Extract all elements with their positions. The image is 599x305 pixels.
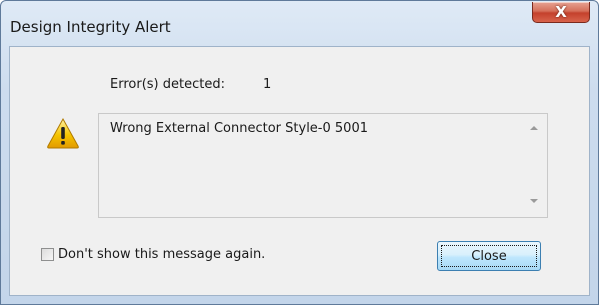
close-x-icon: X — [555, 3, 567, 21]
dont-show-again-option[interactable]: Don't show this message again. — [41, 247, 265, 262]
error-message-box[interactable]: Wrong External Connector Style-0 5001 — [98, 113, 548, 218]
window-close-button[interactable]: X — [532, 2, 590, 23]
error-count-label: Error(s) detected: — [110, 77, 225, 92]
dont-show-again-label[interactable]: Don't show this message again. — [58, 247, 265, 262]
title-bar[interactable]: Design Integrity Alert X — [1, 1, 598, 36]
dialog-body: Error(s) detected: 1 Wrong External Conn… — [9, 46, 590, 296]
dont-show-again-checkbox[interactable] — [41, 248, 54, 261]
close-button[interactable]: Close — [437, 241, 541, 271]
scroll-down-arrow-icon[interactable] — [530, 199, 538, 203]
scroll-up-arrow-icon[interactable] — [530, 126, 538, 130]
error-message: Wrong External Connector Style-0 5001 — [110, 121, 368, 136]
error-count-value: 1 — [263, 77, 272, 92]
alert-dialog: Design Integrity Alert X Error(s) detect… — [0, 0, 599, 305]
window-title: Design Integrity Alert — [10, 18, 171, 36]
warning-icon — [47, 117, 79, 149]
close-button-label: Close — [471, 248, 507, 264]
